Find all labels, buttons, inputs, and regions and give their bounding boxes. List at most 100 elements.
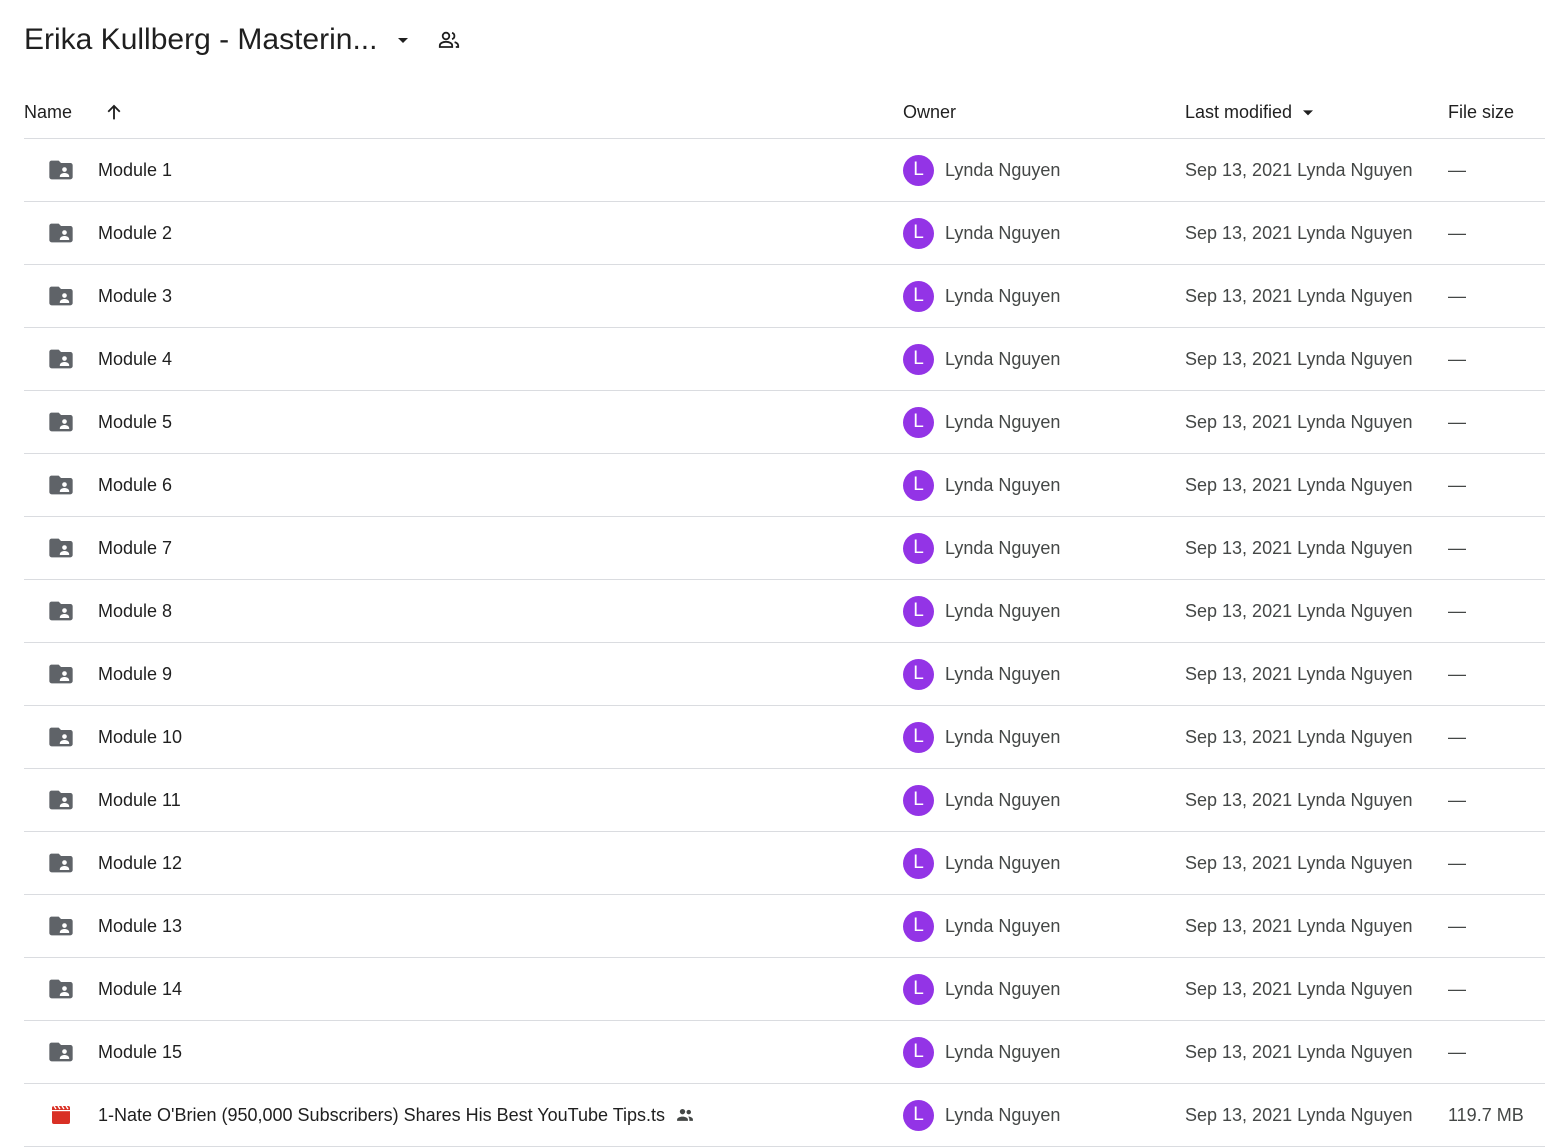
file-name[interactable]: Module 4 xyxy=(98,328,172,390)
owner-name: Lynda Nguyen xyxy=(945,978,1061,999)
file-name[interactable]: 1-Nate O'Brien (950,000 Subscribers) Sha… xyxy=(98,1084,695,1146)
avatar[interactable]: L xyxy=(903,217,934,249)
file-name[interactable]: Module 6 xyxy=(98,454,172,516)
avatar[interactable]: L xyxy=(903,595,934,627)
owner-cell: L Lynda Nguyen xyxy=(903,832,1060,894)
column-name[interactable]: Name xyxy=(24,86,72,138)
arrow-drop-down-icon[interactable] xyxy=(391,28,415,52)
avatar[interactable]: L xyxy=(903,721,934,753)
last-modified: Sep 13, 2021 Lynda Nguyen xyxy=(1185,285,1413,306)
file-size: — xyxy=(1448,411,1466,432)
owner-cell: L Lynda Nguyen xyxy=(903,139,1060,201)
file-name[interactable]: Module 5 xyxy=(98,391,172,453)
table-row[interactable]: Module 3 L Lynda Nguyen Sep 13, 2021 Lynda … xyxy=(24,265,1545,328)
table-row[interactable]: Module 6 L Lynda Nguyen Sep 13, 2021 Lynda … xyxy=(24,454,1545,517)
owner-cell: L Lynda Nguyen xyxy=(903,706,1060,768)
table-row[interactable]: Module 1 L Lynda Nguyen Sep 13, 2021 Lynda … xyxy=(24,139,1545,202)
avatar[interactable]: L xyxy=(903,154,934,186)
table-row[interactable]: Module 15 L Lynda Nguyen Sep 13, 2021 Lynda… xyxy=(24,1021,1545,1084)
file-name[interactable]: Module 10 xyxy=(98,706,182,768)
file-name[interactable]: Module 3 xyxy=(98,265,172,327)
file-name[interactable]: Module 9 xyxy=(98,643,172,705)
avatar[interactable]: L xyxy=(903,469,934,501)
file-size: — xyxy=(1448,537,1466,558)
table-row[interactable]: Module 13 L Lynda Nguyen Sep 13, 2021 Lynda… xyxy=(24,895,1545,958)
people-icon[interactable] xyxy=(435,26,463,54)
file-size: — xyxy=(1448,285,1466,306)
file-name[interactable]: Module 13 xyxy=(98,895,182,957)
owner-cell: L Lynda Nguyen xyxy=(903,958,1060,1020)
file-name[interactable]: Module 2 xyxy=(98,202,172,264)
avatar[interactable]: L xyxy=(903,280,934,312)
column-last-modified[interactable]: Last modified xyxy=(1185,86,1318,138)
file-name-label: Module 10 xyxy=(98,726,183,747)
file-name[interactable]: Module 7 xyxy=(98,517,172,579)
avatar[interactable]: L xyxy=(903,532,934,564)
file-size: — xyxy=(1448,789,1466,810)
avatar[interactable]: L xyxy=(903,406,934,438)
file-name[interactable]: Module 12 xyxy=(98,832,182,894)
owner-name: Lynda Nguyen xyxy=(945,915,1061,936)
file-name-label: Module 7 xyxy=(98,537,173,558)
avatar[interactable]: L xyxy=(903,658,934,690)
avatar[interactable]: L xyxy=(903,910,934,942)
table-row[interactable]: Module 11 L Lynda Nguyen Sep 13, 2021 Lynda… xyxy=(24,769,1545,832)
last-modified: Sep 13, 2021 Lynda Nguyen xyxy=(1185,1041,1413,1062)
last-modified: Sep 13, 2021 Lynda Nguyen xyxy=(1185,1104,1413,1125)
table-row[interactable]: Module 2 L Lynda Nguyen Sep 13, 2021 Lynda … xyxy=(24,202,1545,265)
table-row[interactable]: 1-Nate O'Brien (950,000 Subscribers) Sha… xyxy=(24,1084,1545,1147)
file-name-label: Module 1 xyxy=(98,159,173,180)
last-modified: Sep 13, 2021 Lynda Nguyen xyxy=(1185,474,1413,495)
file-name-label: Module 4 xyxy=(98,348,173,369)
table-row[interactable]: Module 7 L Lynda Nguyen Sep 13, 2021 Lynda … xyxy=(24,517,1545,580)
shared-folder-icon xyxy=(47,139,75,201)
table-row[interactable]: Module 10 L Lynda Nguyen Sep 13, 2021 Lynda… xyxy=(24,706,1545,769)
avatar[interactable]: L xyxy=(903,973,934,1005)
owner-cell: L Lynda Nguyen xyxy=(903,769,1060,831)
owner-name: Lynda Nguyen xyxy=(945,600,1061,621)
file-size: — xyxy=(1448,663,1466,684)
file-name-label: Module 2 xyxy=(98,222,173,243)
owner-name: Lynda Nguyen xyxy=(945,852,1061,873)
table-row[interactable]: Module 9 L Lynda Nguyen Sep 13, 2021 Lynda … xyxy=(24,643,1545,706)
last-modified: Sep 13, 2021 Lynda Nguyen xyxy=(1185,915,1413,936)
owner-name: Lynda Nguyen xyxy=(945,663,1061,684)
file-name-label: Module 3 xyxy=(98,285,173,306)
avatar[interactable]: L xyxy=(903,343,934,375)
file-name[interactable]: Module 1 xyxy=(98,139,172,201)
table-row[interactable]: Module 5 L Lynda Nguyen Sep 13, 2021 Lynda … xyxy=(24,391,1545,454)
file-name[interactable]: Module 8 xyxy=(98,580,172,642)
shared-folder-icon xyxy=(47,643,75,705)
shared-people-icon xyxy=(675,1105,695,1125)
table-row[interactable]: Module 4 L Lynda Nguyen Sep 13, 2021 Lynda … xyxy=(24,328,1545,391)
file-size: — xyxy=(1448,1041,1466,1062)
file-list: Module 1 L Lynda Nguyen Sep 13, 2021 Lynda … xyxy=(24,139,1545,1147)
owner-cell: L Lynda Nguyen xyxy=(903,643,1060,705)
table-row[interactable]: Module 14 L Lynda Nguyen Sep 13, 2021 Lynda… xyxy=(24,958,1545,1021)
shared-folder-icon xyxy=(47,391,75,453)
column-file-size[interactable]: File size xyxy=(1448,86,1514,138)
avatar[interactable]: L xyxy=(903,1099,934,1131)
folder-title[interactable]: Erika Kullberg - Masterin... xyxy=(24,23,377,57)
file-name-label: Module 8 xyxy=(98,600,173,621)
file-name[interactable]: Module 14 xyxy=(98,958,182,1020)
file-name[interactable]: Module 11 xyxy=(98,769,181,831)
arrow-upward-icon[interactable] xyxy=(102,100,126,124)
last-modified: Sep 13, 2021 Lynda Nguyen xyxy=(1185,978,1413,999)
shared-folder-icon xyxy=(47,265,75,327)
avatar[interactable]: L xyxy=(903,1036,934,1068)
file-name-label: Module 9 xyxy=(98,663,173,684)
column-owner[interactable]: Owner xyxy=(903,86,956,138)
file-name[interactable]: Module 15 xyxy=(98,1021,182,1083)
file-size: — xyxy=(1448,978,1466,999)
shared-folder-icon xyxy=(47,895,75,957)
file-size: — xyxy=(1448,852,1466,873)
shared-folder-icon xyxy=(47,202,75,264)
owner-cell: L Lynda Nguyen xyxy=(903,328,1060,390)
table-row[interactable]: Module 12 L Lynda Nguyen Sep 13, 2021 Lynda… xyxy=(24,832,1545,895)
file-name-label: Module 11 xyxy=(98,789,181,810)
avatar[interactable]: L xyxy=(903,847,934,879)
owner-name: Lynda Nguyen xyxy=(945,411,1061,432)
avatar[interactable]: L xyxy=(903,784,934,816)
table-row[interactable]: Module 8 L Lynda Nguyen Sep 13, 2021 Lynda … xyxy=(24,580,1545,643)
